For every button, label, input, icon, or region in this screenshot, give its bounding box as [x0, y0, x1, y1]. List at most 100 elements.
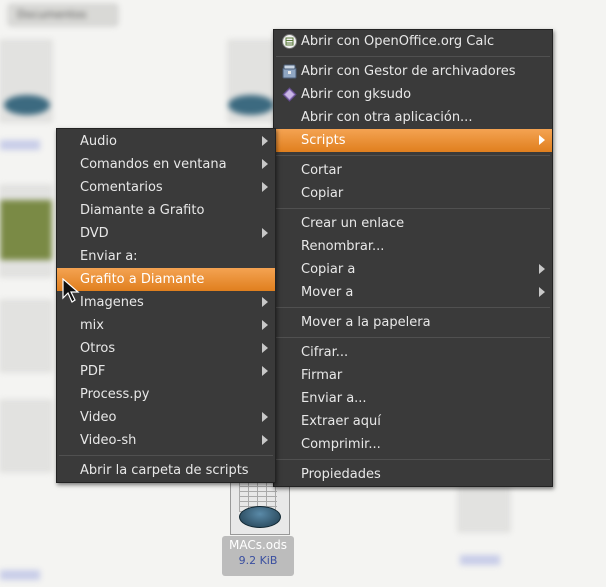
- submenu-arrow-icon: [262, 136, 268, 146]
- menu-item-label: Process.py: [80, 387, 150, 402]
- scripts-submenu: Audio Comandos en ventana Comentarios Diama…: [56, 128, 276, 483]
- menu-separator: [276, 459, 550, 460]
- menu-separator: [276, 307, 550, 308]
- scripts-item-mix[interactable]: mix: [57, 314, 275, 337]
- submenu-arrow-icon: [262, 412, 268, 422]
- scripts-item-imagenes[interactable]: Imagenes: [57, 291, 275, 314]
- submenu-arrow-icon: [262, 182, 268, 192]
- file-thumbnail: [458, 480, 510, 532]
- image-thumbnail: [0, 200, 52, 260]
- archive-icon: [282, 64, 297, 79]
- menu-separator: [276, 208, 550, 209]
- file-size: 9.2 KiB: [238, 554, 278, 567]
- menu-item-properties[interactable]: Propiedades: [274, 463, 552, 486]
- menu-separator: [276, 56, 550, 57]
- menu-item-label: Abrir con otra aplicación...: [301, 110, 473, 125]
- menu-separator: [276, 155, 550, 156]
- menu-item-label: Enviar a...: [301, 391, 367, 406]
- menu-item-move-to[interactable]: Mover a: [274, 281, 552, 304]
- file-thumbnail: [0, 400, 52, 472]
- location-tab[interactable]: Documentos: [8, 4, 118, 26]
- menu-item-label: Imagenes: [80, 295, 144, 310]
- menu-item-label: Video: [80, 410, 117, 425]
- submenu-arrow-icon: [262, 159, 268, 169]
- menu-item-extract-here[interactable]: Extraer aquí: [274, 410, 552, 433]
- context-menu: Abrir con OpenOffice.org Calc Abrir con …: [273, 29, 553, 487]
- menu-item-label: Firmar: [301, 368, 343, 383]
- menu-item-label: Cifrar...: [301, 345, 349, 360]
- pointer-cursor-icon: [62, 278, 80, 303]
- menu-item-label: Crear un enlace: [301, 216, 405, 231]
- menu-item-label: Comprimir...: [301, 437, 381, 452]
- menu-item-label: Comentarios: [80, 180, 163, 195]
- scripts-item-diamante-a-grafito[interactable]: Diamante a Grafito: [57, 199, 275, 222]
- menu-item-label: Propiedades: [301, 467, 381, 482]
- menu-item-label: PDF: [80, 364, 106, 379]
- submenu-arrow-icon: [262, 320, 268, 330]
- menu-item-label: Renombrar...: [301, 239, 385, 254]
- menu-item-label: Abrir con gksudo: [301, 87, 412, 102]
- file-thumbnail: [4, 95, 50, 115]
- submenu-arrow-icon: [262, 435, 268, 445]
- file-name: MACs.ods: [228, 538, 287, 552]
- menu-item-label: Abrir con OpenOffice.org Calc: [301, 34, 495, 49]
- menu-item-label: Otros: [80, 341, 116, 356]
- menu-item-copy[interactable]: Copiar: [274, 182, 552, 205]
- menu-item-copy-to[interactable]: Copiar a: [274, 258, 552, 281]
- submenu-arrow-icon: [262, 228, 268, 238]
- menu-item-label: Abrir la carpeta de scripts: [80, 463, 249, 478]
- menu-item-label: Grafito a Diamante: [80, 272, 205, 287]
- menu-item-sign[interactable]: Firmar: [274, 364, 552, 387]
- menu-item-cut[interactable]: Cortar: [274, 159, 552, 182]
- scripts-item-comandos-en-ventana[interactable]: Comandos en ventana: [57, 153, 275, 176]
- submenu-arrow-icon: [262, 297, 268, 307]
- menu-item-label: Mover a: [301, 285, 354, 300]
- scripts-item-enviar-a[interactable]: Enviar a:: [57, 245, 275, 268]
- menu-item-scripts[interactable]: Scripts: [274, 129, 552, 152]
- submenu-arrow-icon: [262, 343, 268, 353]
- menu-item-open-archiver[interactable]: Abrir con Gestor de archivadores: [274, 60, 552, 83]
- scripts-item-dvd[interactable]: DVD: [57, 222, 275, 245]
- menu-separator: [276, 337, 550, 338]
- menu-item-open-scripts-folder[interactable]: Abrir la carpeta de scripts: [57, 459, 275, 482]
- scripts-item-pdf[interactable]: PDF: [57, 360, 275, 383]
- scripts-item-video-sh[interactable]: Video-sh: [57, 429, 275, 452]
- file-size-label: [0, 570, 40, 580]
- menu-item-label: Cortar: [301, 163, 342, 178]
- menu-item-compress[interactable]: Comprimir...: [274, 433, 552, 456]
- menu-item-rename[interactable]: Renombrar...: [274, 235, 552, 258]
- scripts-item-video[interactable]: Video: [57, 406, 275, 429]
- menu-item-encrypt[interactable]: Cifrar...: [274, 341, 552, 364]
- file-thumbnail: [228, 95, 274, 115]
- menu-item-label: Enviar a:: [80, 249, 138, 264]
- menu-item-label: Diamante a Grafito: [80, 203, 205, 218]
- submenu-arrow-icon: [262, 366, 268, 376]
- submenu-arrow-icon: [539, 287, 545, 297]
- menu-item-trash[interactable]: Mover a la papelera: [274, 311, 552, 334]
- menu-item-open-other[interactable]: Abrir con otra aplicación...: [274, 106, 552, 129]
- menu-item-open-gksudo[interactable]: Abrir con gksudo: [274, 83, 552, 106]
- menu-item-label: Abrir con Gestor de archivadores: [301, 64, 516, 79]
- menu-item-send-to[interactable]: Enviar a...: [274, 387, 552, 410]
- scripts-item-process-py[interactable]: Process.py: [57, 383, 275, 406]
- scripts-item-otros[interactable]: Otros: [57, 337, 275, 360]
- menu-item-label: Extraer aquí: [301, 414, 381, 429]
- menu-item-open-calc[interactable]: Abrir con OpenOffice.org Calc: [274, 30, 552, 53]
- calc-icon: [282, 34, 297, 49]
- menu-item-label: Audio: [80, 134, 117, 149]
- menu-item-label: Copiar: [301, 186, 344, 201]
- submenu-arrow-icon: [539, 135, 545, 145]
- scripts-item-audio[interactable]: Audio: [57, 130, 275, 153]
- menu-item-label: Video-sh: [80, 433, 137, 448]
- scripts-item-grafito-a-diamante[interactable]: Grafito a Diamante: [57, 268, 275, 291]
- menu-item-label: mix: [80, 318, 104, 333]
- file-size-label: [0, 140, 40, 150]
- menu-separator: [59, 455, 273, 456]
- menu-item-label: Comandos en ventana: [80, 157, 227, 172]
- file-caption: MACs.ods 9.2 KiB: [222, 536, 294, 576]
- menu-item-label: Copiar a: [301, 262, 356, 277]
- menu-item-make-link[interactable]: Crear un enlace: [274, 212, 552, 235]
- menu-item-label: Scripts: [301, 133, 346, 148]
- gksudo-icon: [282, 87, 297, 102]
- scripts-item-comentarios[interactable]: Comentarios: [57, 176, 275, 199]
